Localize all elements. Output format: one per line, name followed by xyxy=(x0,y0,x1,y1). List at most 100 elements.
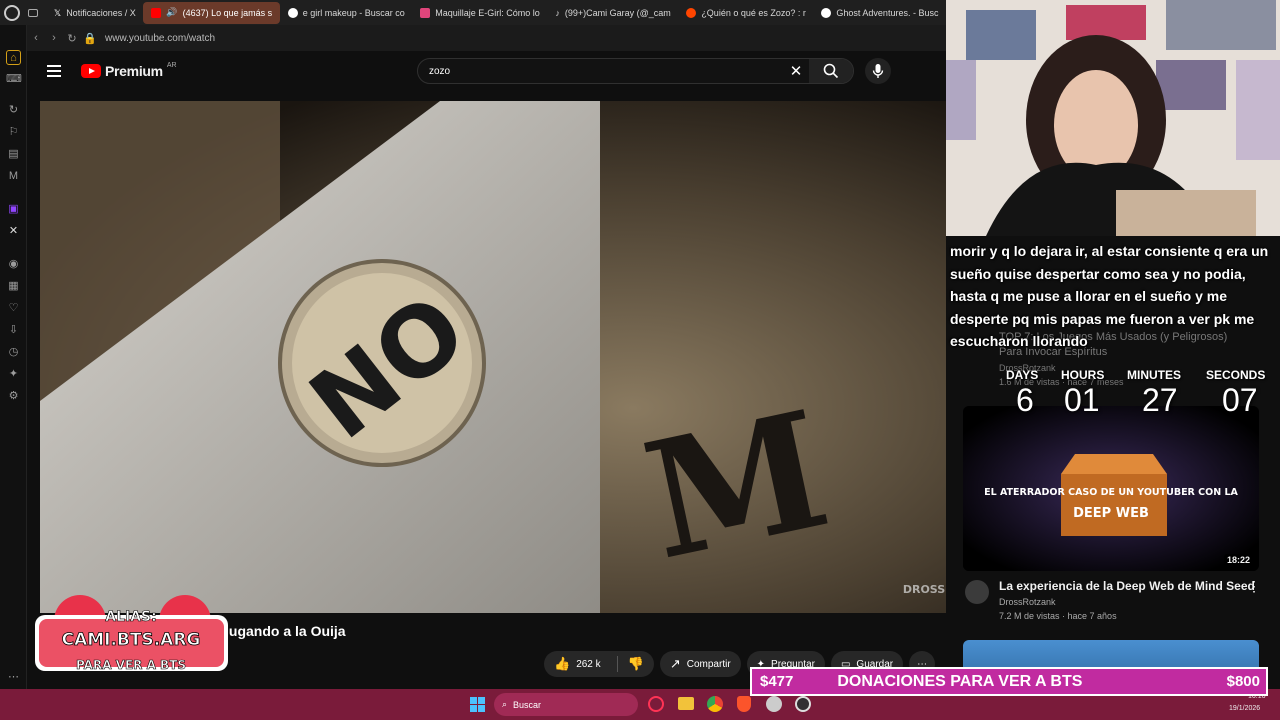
search-icon xyxy=(823,63,839,79)
thumbnail-image: EL ATERRADOR CASO DE UN YOUTUBER CON LA … xyxy=(963,406,1259,571)
chrome-icon[interactable] xyxy=(707,696,723,712)
alias-sub: PARA VER A BTS xyxy=(76,658,186,672)
clock-date: 19/1/2026 xyxy=(1229,705,1261,712)
donation-label: DONACIONES PARA VER A BTS xyxy=(837,672,1083,690)
app-icon[interactable] xyxy=(766,696,782,712)
hours-label: HOURS xyxy=(1061,368,1105,382)
share-label: Compartir xyxy=(686,658,731,670)
tab-google-egirl[interactable]: e girl makeup - Buscar co xyxy=(280,2,413,24)
alias-badge: ALIAS: CAMI.BTS.ARG PARA VER A BTS xyxy=(35,595,228,672)
article-favicon-icon xyxy=(420,7,431,18)
youtube-logo[interactable]: Premium AR xyxy=(81,61,177,79)
tab-x-notifications[interactable]: 𝕏 Notificaciones / X xyxy=(46,2,143,24)
donation-goal-bar: $477 DONACIONES PARA VER A BTS $800 xyxy=(750,667,1268,696)
youtube-play-icon xyxy=(81,64,101,78)
extensions-icon[interactable]: ✦ xyxy=(6,367,21,382)
settings-icon[interactable]: ⚙ xyxy=(6,389,21,404)
opera-taskbar-icon[interactable] xyxy=(648,696,664,712)
search-button[interactable] xyxy=(809,59,853,83)
news-icon[interactable]: ▤ xyxy=(6,147,21,162)
webcam-feed xyxy=(946,0,1280,236)
more-icon[interactable]: ⋯ xyxy=(6,670,21,685)
like-button[interactable]: 👍 262 k 👎 xyxy=(544,651,654,677)
clock-icon[interactable]: ◷ xyxy=(6,345,21,360)
search-icon: ⌕ xyxy=(502,699,508,709)
microphone-icon xyxy=(872,64,884,78)
x-favicon-icon: 𝕏 xyxy=(53,7,62,18)
brave-icon[interactable] xyxy=(737,696,751,712)
menu-icon[interactable] xyxy=(47,65,61,77)
clear-search-icon[interactable]: ✕ xyxy=(783,62,809,80)
days-label: DAYS xyxy=(1006,368,1039,382)
minutes-value: 27 xyxy=(1142,382,1178,418)
thumbs-up-icon: 👍 xyxy=(554,656,571,671)
bag-icon[interactable]: ⚐ xyxy=(6,125,21,140)
alias-handle: CAMI.BTS.ARG xyxy=(62,630,201,650)
url-text[interactable]: www.youtube.com/watch xyxy=(105,33,215,44)
home-icon[interactable]: ⌂ xyxy=(6,50,21,65)
forward-icon[interactable]: › xyxy=(45,32,63,44)
hours-value: 01 xyxy=(1064,382,1100,418)
music-icon[interactable]: ◉ xyxy=(6,257,21,272)
video-frame: NO M DROSS xyxy=(40,101,952,613)
webcam-image xyxy=(946,0,1280,236)
windows-start-icon[interactable] xyxy=(470,697,485,712)
taskbar-search[interactable]: ⌕ Buscar xyxy=(494,693,638,716)
donation-current: $477 xyxy=(760,673,794,690)
opera-logo-icon[interactable] xyxy=(4,4,20,21)
google-favicon-icon xyxy=(821,7,832,18)
browser-sidebar: ⌂ ⌨ ↻ ⚐ ▤ M ▣ ✕ ◉ ▦ ♡ ⇩ ◷ ✦ ⚙ ⋯ xyxy=(0,25,27,689)
days-value: 6 xyxy=(1016,382,1034,418)
obs-icon[interactable] xyxy=(795,696,811,712)
country-code: AR xyxy=(166,61,177,69)
file-explorer-icon[interactable] xyxy=(678,697,694,710)
messenger-icon[interactable]: M xyxy=(6,169,21,184)
voice-search-button[interactable] xyxy=(865,58,891,84)
related-channel: DrossRotzank xyxy=(999,597,1056,607)
dross-watermark: DROSS xyxy=(903,583,945,596)
favorites-icon[interactable]: ♡ xyxy=(6,301,21,316)
share-button[interactable]: ↗ Compartir xyxy=(659,651,741,677)
reload-icon[interactable]: ↻ xyxy=(63,32,81,45)
address-bar: ‹ › ↻ 🔒 www.youtube.com/watch xyxy=(27,25,946,51)
downloads-icon[interactable]: ⇩ xyxy=(6,323,21,338)
alias-label: ALIAS: xyxy=(105,609,156,625)
donation-goal: $800 xyxy=(1226,673,1260,690)
history-icon[interactable]: ↻ xyxy=(6,103,21,118)
stream-alias-logo: ALIAS: CAMI.BTS.ARG PARA VER A BTS xyxy=(35,593,228,693)
youtube-header: Premium AR zozo ✕ xyxy=(27,51,946,93)
search-input[interactable]: zozo xyxy=(418,66,783,77)
speaker-icon[interactable]: 🔊 xyxy=(166,7,177,18)
google-favicon-icon xyxy=(287,7,298,18)
kebab-menu-icon[interactable]: ⋮ xyxy=(1247,578,1261,595)
tab-tiktok[interactable]: ♪ (99+)Cami Garay (@_cam xyxy=(547,2,678,24)
reddit-favicon-icon xyxy=(686,7,697,18)
apps-icon[interactable]: ▦ xyxy=(6,279,21,294)
gamepad-icon[interactable]: ⌨ xyxy=(6,72,22,87)
x-icon[interactable]: ✕ xyxy=(6,224,21,239)
back-icon[interactable]: ‹ xyxy=(27,32,45,44)
related-title: La experiencia de la Deep Web de Mind Se… xyxy=(999,579,1255,593)
chat-message-overlay: morir y q lo dejara ir, al estar consien… xyxy=(950,243,1269,349)
twitch-icon[interactable]: ▣ xyxy=(6,202,21,217)
tab-maquillaje[interactable]: Maquillaje E-Girl: Cómo lo xyxy=(412,2,547,24)
tab-ghost-adventures[interactable]: Ghost Adventures. - Busc xyxy=(813,2,946,24)
search-box: zozo ✕ xyxy=(417,58,854,84)
minutes-label: MINUTES xyxy=(1127,368,1181,382)
tab-youtube-active[interactable]: 🔊 (4637) Lo que jamás s xyxy=(143,1,280,24)
like-count: 262 k xyxy=(576,658,601,670)
thumbnail-headline: EL ATERRADOR CASO DE UN YOUTUBER CON LA xyxy=(984,487,1238,498)
seconds-label: SECONDS xyxy=(1206,368,1266,382)
dislike-icon[interactable]: 👎 xyxy=(616,656,644,672)
related-meta: 7.2 M de vistas · hace 7 años xyxy=(999,611,1117,621)
workspace-icon[interactable] xyxy=(27,8,38,17)
lock-icon: 🔒 xyxy=(83,32,97,45)
related-thumbnail[interactable]: EL ATERRADOR CASO DE UN YOUTUBER CON LA … xyxy=(963,406,1259,571)
share-icon: ↗ xyxy=(669,656,681,671)
taskbar-search-label: Buscar xyxy=(513,699,542,710)
related-video-2[interactable]: La experiencia de la Deep Web de Mind Se… xyxy=(963,578,1263,624)
video-player[interactable]: NO M DROSS xyxy=(40,101,952,613)
tab-reddit[interactable]: ¿Quién o qué es Zozo? : r xyxy=(678,2,813,24)
seconds-value: 07 xyxy=(1222,382,1258,418)
channel-avatar[interactable] xyxy=(965,580,989,604)
